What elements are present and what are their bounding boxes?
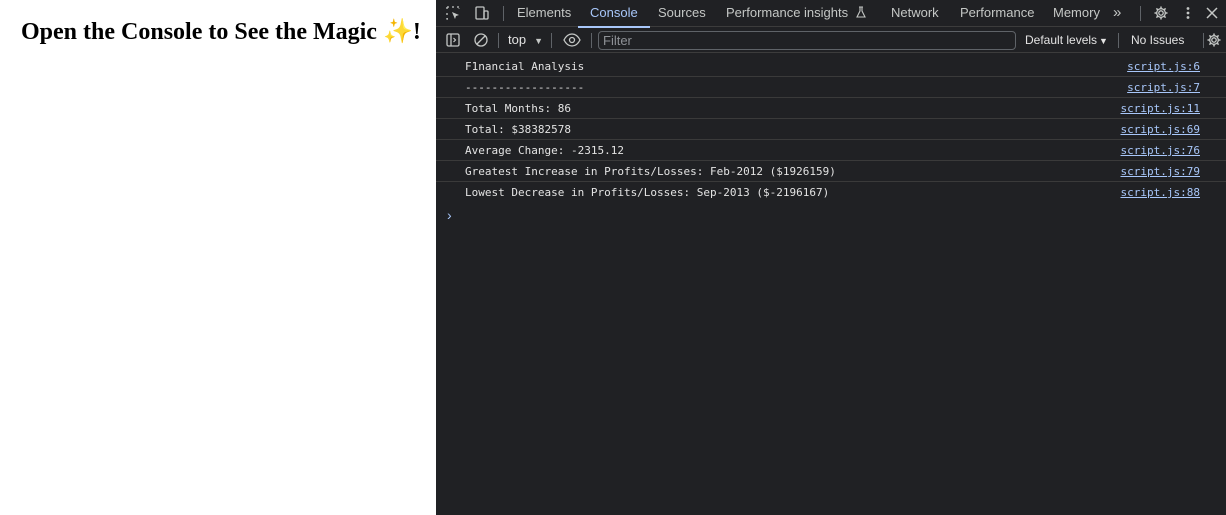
eye-icon[interactable] [562, 31, 582, 49]
settings-gear-icon[interactable] [1152, 4, 1170, 22]
clear-console-icon[interactable] [472, 31, 490, 49]
source-link[interactable]: script.js:7 [1127, 81, 1200, 94]
page-title: Open the Console to See the Magic ✨! [21, 19, 421, 45]
caret-down-icon: ▼ [534, 36, 543, 46]
console-message: Total: $38382578 script.js:69 [436, 119, 1226, 140]
log-levels-dropdown[interactable]: Default levels ▼ [1025, 27, 1108, 53]
toolbar-divider [591, 33, 592, 48]
context-selector[interactable]: top ▼ [508, 27, 543, 53]
console-message: Average Change: -2315.12 script.js:76 [436, 140, 1226, 161]
devtools-panel: Elements Console Sources Performance ins… [436, 0, 1226, 515]
toolbar-divider [503, 6, 504, 21]
source-link[interactable]: script.js:76 [1121, 144, 1200, 157]
console-message-text: F1nancial Analysis [465, 60, 585, 73]
console-message-text: Lowest Decrease in Profits/Losses: Sep-2… [465, 186, 830, 199]
toolbar-divider [1118, 33, 1119, 48]
filter-input[interactable] [598, 31, 1016, 50]
toolbar-divider [551, 33, 552, 48]
console-message-text: Average Change: -2315.12 [465, 144, 624, 157]
console-settings-gear-icon[interactable] [1205, 31, 1223, 49]
tab-elements[interactable]: Elements [517, 0, 571, 27]
console-message-text: Greatest Increase in Profits/Losses: Feb… [465, 165, 836, 178]
console-messages: F1nancial Analysis script.js:6 ---------… [436, 56, 1226, 203]
console-message: Total Months: 86 script.js:11 [436, 98, 1226, 119]
console-message: F1nancial Analysis script.js:6 [436, 56, 1226, 77]
console-message: Greatest Increase in Profits/Losses: Feb… [436, 161, 1226, 182]
tab-memory[interactable]: Memory [1053, 0, 1100, 27]
tab-network[interactable]: Network [891, 0, 939, 27]
console-message-text: Total Months: 86 [465, 102, 571, 115]
close-icon[interactable] [1203, 4, 1221, 22]
web-page: Open the Console to See the Magic ✨! [0, 0, 436, 515]
devtools-tabbar: Elements Console Sources Performance ins… [436, 0, 1226, 28]
source-link[interactable]: script.js:79 [1121, 165, 1200, 178]
tab-console[interactable]: Console [578, 0, 650, 28]
caret-down-icon: ▼ [1099, 36, 1108, 46]
source-link[interactable]: script.js:69 [1121, 123, 1200, 136]
source-link[interactable]: script.js:6 [1127, 60, 1200, 73]
toolbar-divider [498, 33, 499, 48]
more-tabs-icon[interactable]: » [1113, 0, 1121, 27]
sidebar-toggle-icon[interactable] [444, 31, 462, 49]
tab-performance-insights[interactable]: Performance insights [726, 0, 867, 27]
issues-button[interactable]: No Issues [1131, 27, 1184, 53]
tab-performance[interactable]: Performance [960, 0, 1034, 27]
console-toolbar: top▼ Default levels▼ No Issues [436, 27, 1226, 53]
flask-icon [855, 6, 866, 18]
source-link[interactable]: script.js:11 [1121, 102, 1200, 115]
toolbar-divider [1203, 33, 1204, 48]
kebab-menu-icon[interactable] [1179, 4, 1197, 22]
console-message: Lowest Decrease in Profits/Losses: Sep-2… [436, 182, 1226, 203]
console-message: ------------------ script.js:7 [436, 77, 1226, 98]
tab-sources[interactable]: Sources [658, 0, 706, 27]
console-prompt-icon[interactable]: › [447, 207, 452, 223]
device-toolbar-icon[interactable] [472, 4, 490, 22]
toolbar-divider [1140, 6, 1141, 21]
console-message-text: Total: $38382578 [465, 123, 571, 136]
console-message-text: ------------------ [465, 81, 585, 94]
inspect-element-icon[interactable] [444, 4, 462, 22]
source-link[interactable]: script.js:88 [1121, 186, 1200, 199]
sparkle-emoji: ✨ [382, 19, 413, 45]
